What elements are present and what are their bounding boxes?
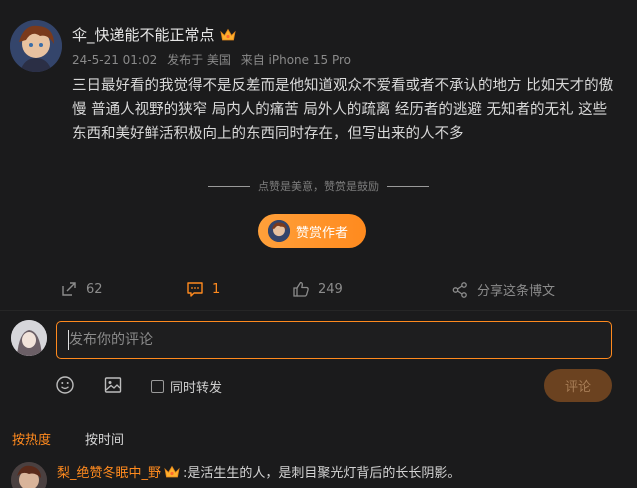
comment-text: :是活生生的人，是刺目聚光灯背后的长长阴影。 <box>183 466 461 481</box>
checkbox-box[interactable] <box>151 380 164 393</box>
comment-icon <box>187 282 203 297</box>
comment-item: 梨_绝赞冬眠中_野 :是活生生的人，是刺目聚光灯背后的长长阴影。 <box>57 462 460 481</box>
repost-button[interactable]: 62 <box>60 280 103 298</box>
image-upload-button[interactable] <box>103 375 123 395</box>
like-button[interactable]: 249 <box>292 280 343 298</box>
comment-count: 1 <box>212 281 221 297</box>
post-time[interactable]: 24-5-21 01:02 <box>72 53 157 67</box>
repost-checkbox[interactable]: 同时转发 <box>151 377 222 396</box>
comment-input[interactable] <box>56 321 612 359</box>
divider-line <box>387 185 429 187</box>
author-name[interactable]: 伞_快递能不能正常点 <box>72 24 215 45</box>
thumbs-up-icon <box>293 281 309 297</box>
emoji-button[interactable] <box>55 375 75 395</box>
vip-crown-icon[interactable] <box>163 464 181 480</box>
divider-line <box>208 185 250 187</box>
divider <box>0 310 637 311</box>
repost-icon <box>62 282 76 296</box>
commenter-name[interactable]: 梨_绝赞冬眠中_野 <box>57 462 161 481</box>
post-device: 来自 iPhone 15 Pro <box>240 53 351 67</box>
author-avatar[interactable] <box>10 20 62 72</box>
sort-by-hot-tab[interactable]: 按热度 <box>12 429 51 448</box>
repost-checkbox-label: 同时转发 <box>170 381 223 396</box>
current-user-avatar[interactable] <box>11 320 47 356</box>
reward-hint-text: 点赞是美意，赞赏是鼓励 <box>258 180 379 193</box>
vip-crown-icon[interactable] <box>219 27 237 43</box>
emoji-icon <box>56 376 74 394</box>
reward-button-label: 赞赏作者 <box>296 225 349 241</box>
submit-comment-button[interactable]: 评论 <box>544 369 612 402</box>
share-icon <box>452 281 467 298</box>
reward-author-button[interactable]: 赞赏作者 <box>258 214 366 248</box>
author-mini-avatar <box>268 220 290 242</box>
text-caret <box>68 330 69 350</box>
commenter-avatar[interactable] <box>11 462 47 488</box>
post-body: 三日最好看的我觉得不是反差而是他知道观众不爱看或者不承认的地方 比如天才的傲慢 … <box>72 78 614 142</box>
repost-count: 62 <box>86 281 103 297</box>
image-icon <box>104 377 122 393</box>
comment-button[interactable]: 1 <box>186 280 220 298</box>
reward-hint: 点赞是美意，赞赏是鼓励 <box>0 178 637 194</box>
post-action-bar: 62 1 249 分享这条博文 <box>0 280 637 302</box>
sort-by-time-tab[interactable]: 按时间 <box>85 429 124 448</box>
post-location: 发布于 美国 <box>167 53 231 67</box>
like-count: 249 <box>318 281 343 297</box>
post-meta: 24-5-21 01:02 发布于 美国 来自 iPhone 15 Pro <box>72 51 357 68</box>
share-label: 分享这条博文 <box>477 284 556 299</box>
share-button[interactable]: 分享这条博文 <box>451 280 555 299</box>
